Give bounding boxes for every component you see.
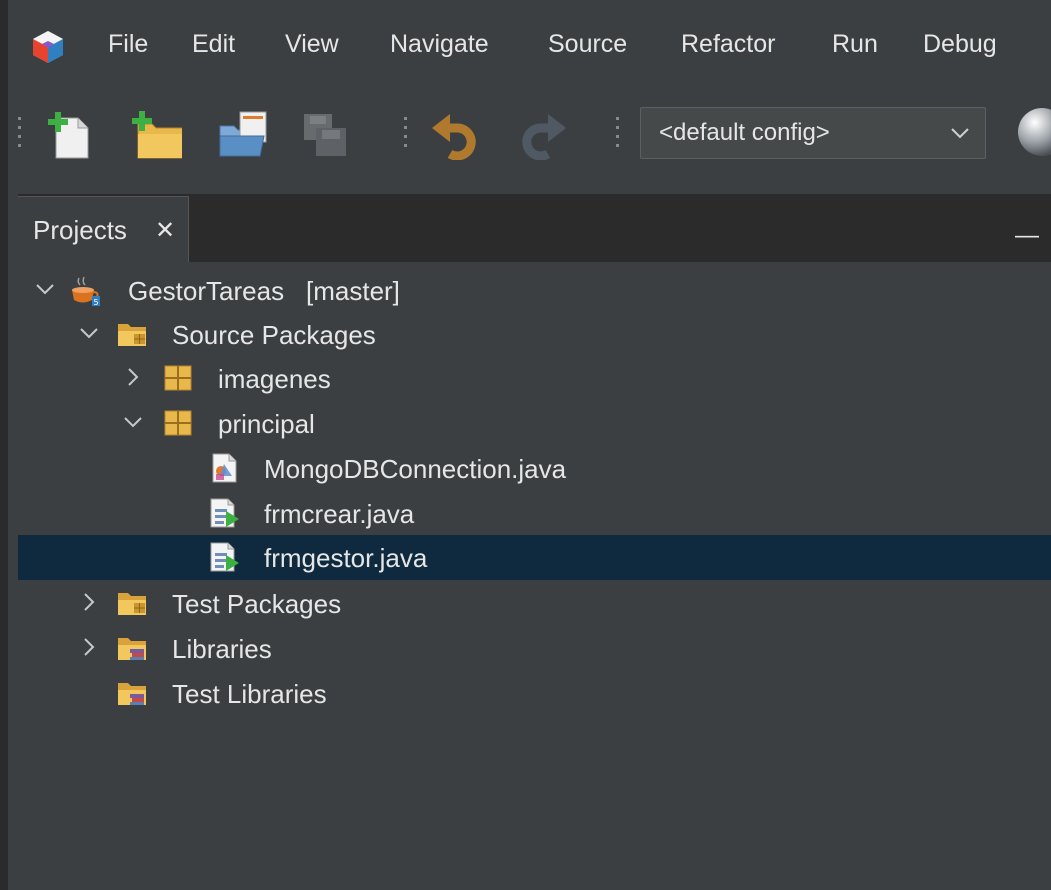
minimize-icon[interactable]: —: [1015, 222, 1039, 250]
java-project-icon: 5: [72, 276, 100, 306]
menu-bar: File Edit View Navigate Source Refactor …: [8, 0, 1051, 96]
source-packages-label: Source Packages: [172, 320, 376, 350]
menu-source[interactable]: Source: [548, 30, 627, 59]
chevron-down-icon: [951, 128, 969, 139]
package-label: principal: [218, 409, 315, 439]
java-class-icon: [212, 453, 237, 483]
svg-text:5: 5: [93, 298, 98, 306]
chevron-right-icon[interactable]: [78, 636, 100, 658]
chevron-right-icon[interactable]: [78, 591, 100, 613]
menu-navigate[interactable]: Navigate: [390, 30, 489, 59]
file-label: MongoDBConnection.java: [264, 454, 567, 484]
menu-file[interactable]: File: [108, 30, 148, 59]
menu-view[interactable]: View: [285, 30, 339, 59]
window-left-edge: [0, 0, 8, 890]
file-label: frmgestor.java: [264, 543, 428, 573]
tree-node-test-libraries[interactable]: Test Libraries: [18, 671, 1051, 716]
package-label: imagenes: [218, 364, 331, 394]
toolbar-grip[interactable]: [616, 117, 620, 153]
chevron-down-icon[interactable]: [122, 411, 144, 433]
undo-icon[interactable]: [428, 110, 484, 160]
chevron-down-icon[interactable]: [78, 322, 100, 344]
new-project-icon[interactable]: [126, 110, 182, 160]
java-form-icon: [210, 498, 239, 528]
globe-icon[interactable]: [1016, 106, 1051, 158]
java-form-icon: [210, 542, 239, 572]
menu-debug[interactable]: Debug: [923, 30, 997, 59]
tab-projects-label: Projects: [33, 215, 127, 245]
project-name: GestorTareas: [128, 276, 285, 306]
tree-node-test-packages[interactable]: Test Packages: [18, 581, 1051, 626]
tree-node-project[interactable]: 5 GestorTareas [master]: [18, 268, 1051, 313]
source-folder-icon: [118, 324, 146, 346]
tree-node-file[interactable]: frmcrear.java: [18, 491, 1051, 536]
tab-projects[interactable]: Projects ✕: [18, 196, 189, 262]
tree-node-source-packages[interactable]: Source Packages: [18, 312, 1051, 357]
config-value: <default config>: [659, 119, 830, 146]
libraries-label: Libraries: [172, 634, 272, 664]
tree-node-file[interactable]: MongoDBConnection.java: [18, 446, 1051, 491]
menu-refactor[interactable]: Refactor: [681, 30, 775, 59]
package-icon: [164, 365, 192, 391]
git-branch-label: [master]: [306, 276, 400, 306]
chevron-down-icon[interactable]: [34, 278, 56, 300]
file-label: frmcrear.java: [264, 499, 415, 529]
netbeans-cube-icon: [33, 31, 63, 63]
test-packages-label: Test Packages: [172, 589, 342, 619]
test-folder-icon: [118, 593, 146, 615]
menu-edit[interactable]: Edit: [192, 30, 235, 59]
toolbar-grip[interactable]: [18, 117, 22, 153]
tree-node-file-selected[interactable]: frmgestor.java: [18, 535, 1051, 580]
tree-node-libraries[interactable]: Libraries: [18, 626, 1051, 671]
menu-run[interactable]: Run: [832, 30, 878, 59]
chevron-right-icon[interactable]: [122, 366, 144, 388]
test-libraries-label: Test Libraries: [172, 679, 327, 709]
tree-node-package-imagenes[interactable]: imagenes: [18, 356, 1051, 401]
open-project-icon[interactable]: [214, 110, 270, 160]
test-libraries-folder-icon: [118, 683, 146, 705]
new-file-icon[interactable]: [42, 110, 98, 160]
save-all-icon[interactable]: [298, 110, 354, 160]
package-icon: [164, 410, 192, 436]
close-icon[interactable]: ✕: [155, 219, 175, 243]
libraries-folder-icon: [118, 638, 146, 660]
redo-icon[interactable]: [514, 110, 570, 160]
toolbar-grip[interactable]: [404, 117, 408, 153]
config-dropdown[interactable]: <default config>: [640, 107, 986, 159]
netbeans-window: File Edit View Navigate Source Refactor …: [8, 0, 1051, 890]
tree-node-package-principal[interactable]: principal: [18, 401, 1051, 446]
